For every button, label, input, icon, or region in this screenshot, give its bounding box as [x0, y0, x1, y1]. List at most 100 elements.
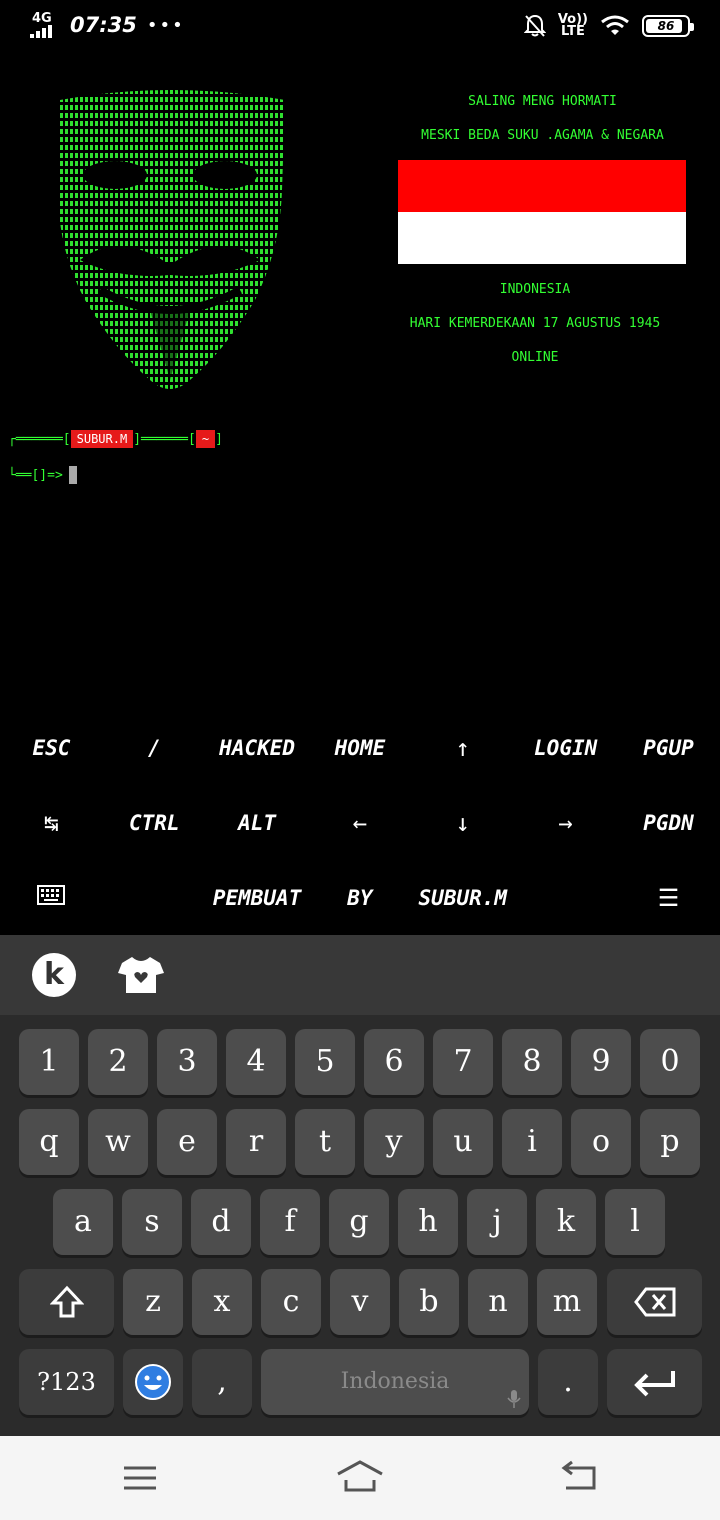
prompt-directory: ~: [195, 430, 216, 448]
key-u[interactable]: u: [433, 1109, 493, 1175]
enter-key[interactable]: [607, 1349, 702, 1415]
banner-top: SALING MENG HORMATI MESKI BEDA SUKU .AGA…: [395, 90, 690, 158]
key-d[interactable]: d: [191, 1189, 251, 1255]
key-3[interactable]: 3: [157, 1029, 217, 1095]
kika-logo-icon[interactable]: k: [32, 953, 76, 997]
key-9[interactable]: 9: [571, 1029, 631, 1095]
key-2[interactable]: 2: [88, 1029, 148, 1095]
status-bar: 4G 07:35 ••• Vo)) LTE 86: [0, 0, 720, 56]
key-x-label: x: [213, 1284, 231, 1319]
symbols-key[interactable]: ?123: [19, 1349, 114, 1415]
key-p[interactable]: p: [640, 1109, 700, 1175]
key-esc[interactable]: ESC: [0, 736, 103, 760]
key-f[interactable]: f: [260, 1189, 320, 1255]
space-label: Indonesia: [340, 1369, 450, 1394]
key-q-label: q: [39, 1124, 59, 1159]
key-subur[interactable]: SUBUR.M: [411, 886, 514, 910]
key-right-arrow[interactable]: →: [514, 809, 617, 837]
key-r-label: r: [248, 1124, 264, 1159]
key-k[interactable]: k: [536, 1189, 596, 1255]
key-alt[interactable]: ALT: [206, 811, 309, 835]
key-v[interactable]: v: [330, 1269, 390, 1335]
key-t-label: t: [318, 1124, 332, 1159]
key-s[interactable]: s: [122, 1189, 182, 1255]
key-by[interactable]: BY: [309, 886, 412, 910]
navigation-bar: [0, 1436, 720, 1520]
key-g[interactable]: g: [329, 1189, 389, 1255]
bell-muted-icon: [523, 14, 546, 37]
key-8[interactable]: 8: [502, 1029, 562, 1095]
key-r[interactable]: r: [226, 1109, 286, 1175]
key-down-arrow[interactable]: ↓: [411, 809, 514, 837]
key-up-arrow[interactable]: ↑: [411, 734, 514, 762]
mic-icon: [507, 1390, 521, 1408]
recents-icon[interactable]: [122, 1464, 158, 1492]
key-pembuat[interactable]: PEMBUAT: [206, 886, 309, 910]
key-h[interactable]: h: [398, 1189, 458, 1255]
extra-keys-bar: ESC / HACKED HOME ↑ LOGIN PGUP ↹ CTRL AL…: [0, 710, 720, 935]
shift-key[interactable]: [19, 1269, 114, 1335]
key-6-label: 6: [384, 1044, 404, 1079]
key-4-label: 4: [246, 1044, 266, 1079]
menu-icon[interactable]: ☰: [617, 884, 720, 912]
key-1-label: 1: [39, 1044, 59, 1079]
key-c-label: c: [282, 1284, 300, 1319]
key-i[interactable]: i: [502, 1109, 562, 1175]
space-key[interactable]: Indonesia: [261, 1349, 529, 1415]
key-a-label: a: [74, 1204, 92, 1239]
key-7-label: 7: [453, 1044, 473, 1079]
key-w[interactable]: w: [88, 1109, 148, 1175]
key-u-label: u: [453, 1124, 473, 1159]
keyboard-toggle-icon[interactable]: [0, 885, 103, 910]
key-z[interactable]: z: [123, 1269, 183, 1335]
theme-shirt-icon[interactable]: [118, 955, 164, 995]
key-g-label: g: [349, 1204, 369, 1239]
key-6[interactable]: 6: [364, 1029, 424, 1095]
key-5[interactable]: 5: [295, 1029, 355, 1095]
home-icon[interactable]: [336, 1460, 384, 1492]
key-t[interactable]: t: [295, 1109, 355, 1175]
key-pgdn[interactable]: PGDN: [617, 811, 720, 835]
banner-line: HARI KEMERDEKAAN 17 AGUSTUS 1945: [409, 316, 661, 331]
key-login[interactable]: LOGIN: [514, 736, 617, 760]
back-icon[interactable]: [560, 1460, 600, 1492]
key-8-label: 8: [522, 1044, 542, 1079]
key-2-label: 2: [108, 1044, 128, 1079]
prompt-line-2: └══[]=>: [8, 466, 77, 484]
shift-icon: [49, 1285, 84, 1318]
key-1[interactable]: 1: [19, 1029, 79, 1095]
enter-icon: [633, 1371, 675, 1397]
more-notifications-icon: •••: [146, 14, 185, 36]
text-cursor: [68, 466, 77, 484]
key-7[interactable]: 7: [433, 1029, 493, 1095]
key-left-arrow[interactable]: ←: [309, 809, 412, 837]
key-o[interactable]: o: [571, 1109, 631, 1175]
battery-level: 86: [657, 19, 675, 33]
key-c[interactable]: c: [261, 1269, 321, 1335]
key-j[interactable]: j: [467, 1189, 527, 1255]
key-a[interactable]: a: [53, 1189, 113, 1255]
key-n[interactable]: n: [468, 1269, 528, 1335]
keyboard-toolbar: k: [0, 935, 720, 1015]
key-4[interactable]: 4: [226, 1029, 286, 1095]
period-key[interactable]: .: [538, 1349, 598, 1415]
wifi-icon: [601, 15, 629, 35]
comma-key[interactable]: ,: [192, 1349, 252, 1415]
key-pgup[interactable]: PGUP: [617, 736, 720, 760]
key-home[interactable]: HOME: [309, 736, 412, 760]
key-q[interactable]: q: [19, 1109, 79, 1175]
key-hacked[interactable]: HACKED: [206, 736, 309, 760]
key-ctrl[interactable]: CTRL: [103, 811, 206, 835]
key-0[interactable]: 0: [640, 1029, 700, 1095]
clock: 07:35: [70, 13, 137, 37]
key-y[interactable]: y: [364, 1109, 424, 1175]
key-l[interactable]: l: [605, 1189, 665, 1255]
key-m[interactable]: m: [537, 1269, 597, 1335]
key-slash[interactable]: /: [103, 736, 206, 760]
key-b[interactable]: b: [399, 1269, 459, 1335]
key-x[interactable]: x: [192, 1269, 252, 1335]
backspace-key[interactable]: [607, 1269, 702, 1335]
key-tab[interactable]: ↹: [0, 809, 103, 837]
key-e[interactable]: e: [157, 1109, 217, 1175]
emoji-key[interactable]: [123, 1349, 183, 1415]
